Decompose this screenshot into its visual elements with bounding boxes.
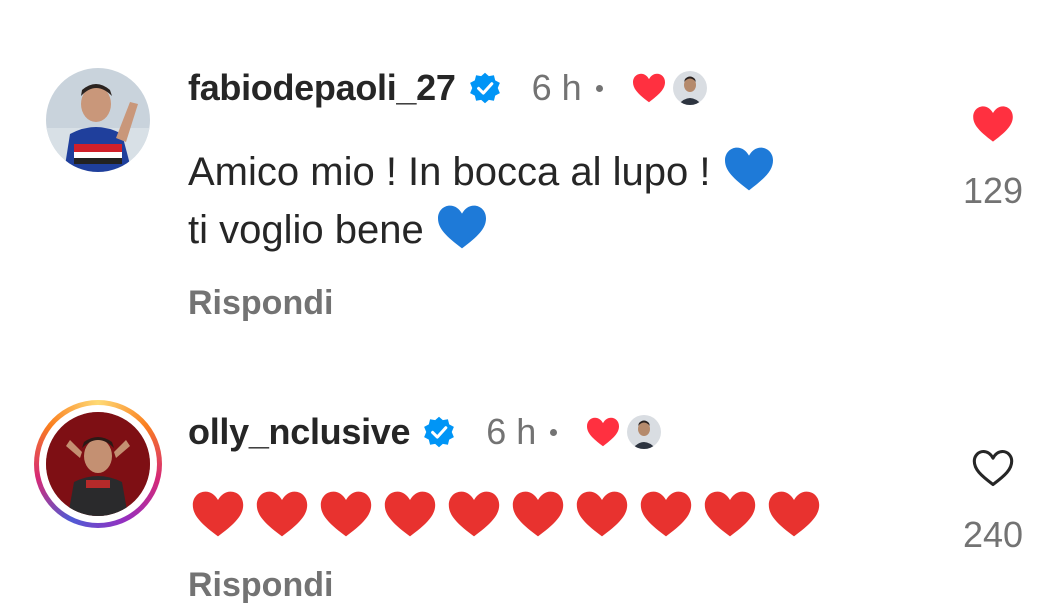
- comment-text-line2: ti voglio bene: [188, 208, 424, 252]
- like-heart-outline-icon[interactable]: [971, 448, 1015, 488]
- comment-text-2: ti voglio bene: [188, 201, 489, 259]
- red-heart-emoji-icon: [192, 491, 244, 537]
- red-heart-emoji-icon: [576, 491, 628, 537]
- author-mini-avatar: [672, 71, 707, 105]
- comment-text: Amico mio ! In bocca al lupo !: [188, 143, 776, 201]
- red-hearts-emoji-row: [190, 488, 822, 540]
- verified-badge-icon: [424, 416, 455, 448]
- like-column: 129: [953, 104, 1033, 212]
- reply-button[interactable]: Rispondi: [188, 284, 333, 323]
- red-heart-emoji-icon: [384, 491, 436, 537]
- author-mini-avatar: [627, 415, 662, 449]
- liked-by-author-heart-icon: [632, 73, 665, 103]
- like-count: 240: [962, 514, 1024, 555]
- separator-dot: [550, 428, 558, 436]
- avatar-image: [46, 412, 150, 516]
- avatar[interactable]: [46, 68, 150, 172]
- red-heart-emoji-icon: [256, 491, 308, 537]
- reply-button[interactable]: Rispondi: [188, 566, 333, 605]
- separator-dot: [595, 84, 603, 92]
- red-heart-emoji-icon: [704, 491, 756, 537]
- liked-by-author-heart-icon: [587, 417, 620, 447]
- avatar[interactable]: [46, 412, 150, 516]
- like-count: 129: [962, 170, 1024, 211]
- red-heart-emoji-icon: [320, 491, 372, 537]
- comment-header: olly_nclusive 6 h: [188, 410, 662, 454]
- comment-header: fabiodepaoli_27 6 h: [188, 66, 707, 110]
- username[interactable]: olly_nclusive: [188, 411, 411, 453]
- red-heart-emoji-icon: [448, 491, 500, 537]
- red-heart-emoji-icon: [512, 491, 564, 537]
- timestamp: 6 h: [531, 67, 582, 108]
- blue-heart-emoji-icon: [437, 205, 486, 249]
- username[interactable]: fabiodepaoli_27: [188, 67, 456, 109]
- comment-text-line1: Amico mio ! In bocca al lupo !: [188, 150, 711, 194]
- timestamp: 6 h: [486, 411, 537, 452]
- like-column: 240: [953, 448, 1033, 556]
- blue-heart-emoji-icon: [724, 147, 773, 191]
- like-heart-filled-icon[interactable]: [971, 104, 1015, 144]
- avatar-image: [46, 68, 150, 172]
- red-heart-emoji-icon: [768, 491, 820, 537]
- red-heart-emoji-icon: [640, 491, 692, 537]
- verified-badge-icon: [469, 72, 500, 104]
